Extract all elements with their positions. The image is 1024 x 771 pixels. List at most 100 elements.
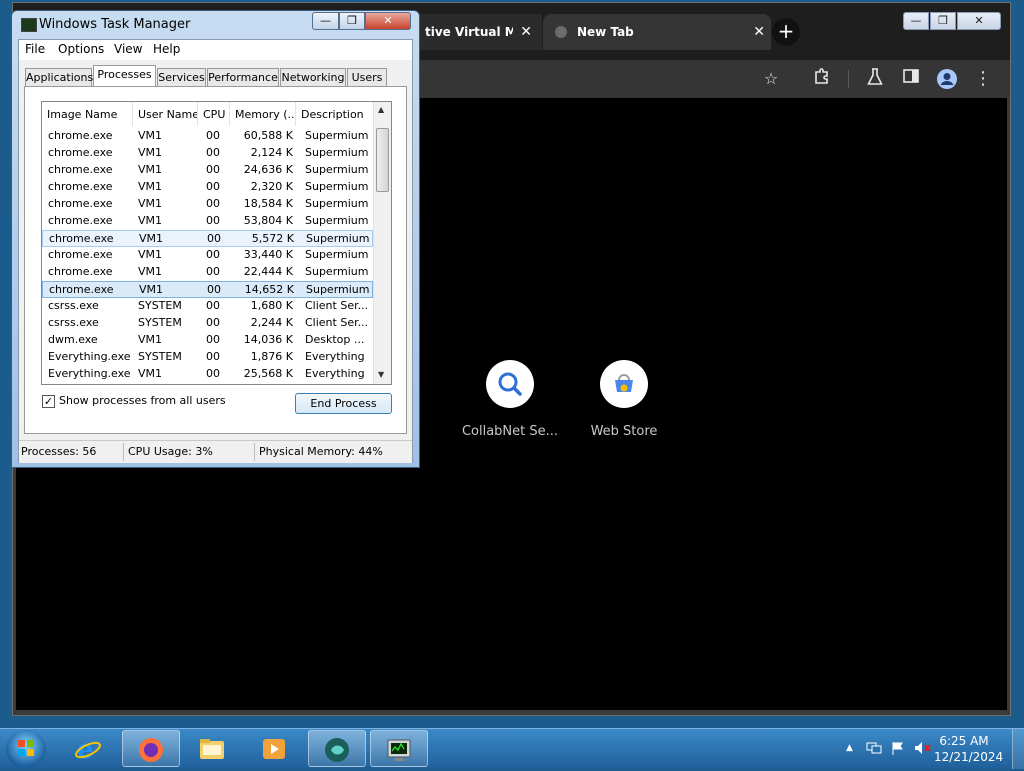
show-desktop-button[interactable] [1012, 729, 1024, 769]
cell-image: Everything.exe [48, 350, 131, 363]
cell-image: chrome.exe [48, 129, 113, 142]
status-cpu: CPU Usage: 3% [128, 445, 213, 458]
firefox-icon [137, 737, 165, 763]
table-row[interactable]: chrome.exe VM1 00 24,636 K Supermium [42, 162, 373, 179]
table-row[interactable]: Everything.exe VM1 00 25,568 K Everything [42, 366, 373, 383]
sort-ascending-icon: ˄ [82, 102, 87, 110]
column-user-name[interactable]: User Name [133, 102, 198, 126]
cell-desc: Supermium [305, 129, 369, 142]
table-row[interactable]: chrome.exe VM1 00 53,804 K Supermium [42, 213, 373, 230]
table-row[interactable]: chrome.exe VM1 00 5,572 K Supermium [42, 230, 373, 247]
column-image-name[interactable]: Image Name ˄ [42, 102, 133, 126]
table-row[interactable]: chrome.exe VM1 00 18,584 K Supermium [42, 196, 373, 213]
cell-mem: 25,568 K [243, 367, 293, 380]
cell-desc: Supermium [305, 146, 369, 159]
tab-users[interactable]: Users [347, 68, 387, 86]
table-row[interactable]: dwm.exe VM1 00 14,036 K Desktop ... [42, 332, 373, 349]
taskbar-explorer[interactable] [184, 730, 242, 767]
cell-desc: Supermium [305, 248, 369, 261]
cell-user: SYSTEM [138, 299, 182, 312]
task-manager-window[interactable]: Windows Task Manager — ❐ ✕ File Options … [11, 10, 420, 468]
remote-app-icon [323, 737, 351, 763]
taskbar-firefox[interactable] [122, 730, 180, 767]
table-row[interactable]: chrome.exe VM1 00 2,320 K Supermium [42, 179, 373, 196]
menu-help[interactable]: Help [153, 42, 180, 56]
status-memory: Physical Memory: 44% [259, 445, 383, 458]
cell-image: csrss.exe [48, 316, 99, 329]
cell-mem: 22,444 K [243, 265, 293, 278]
task-manager-icon [21, 18, 37, 32]
column-description[interactable]: Description [296, 102, 373, 126]
table-row[interactable]: chrome.exe VM1 00 14,652 K Supermium [42, 281, 373, 298]
start-button[interactable] [6, 730, 46, 768]
table-row[interactable]: chrome.exe VM1 00 2,124 K Supermium [42, 145, 373, 162]
cell-user: VM1 [138, 146, 163, 159]
scroll-down-icon[interactable]: ▼ [378, 370, 384, 379]
menu-view[interactable]: View [114, 42, 142, 56]
cell-user: SYSTEM [138, 350, 182, 363]
taskbar-task-manager[interactable] [370, 730, 428, 767]
column-cpu[interactable]: CPU [198, 102, 230, 126]
table-row[interactable]: chrome.exe VM1 00 60,588 K Supermium [42, 128, 373, 145]
cell-user: VM1 [138, 367, 163, 380]
process-list[interactable]: Image Name ˄ User Name CPU Memory (... D… [41, 101, 392, 385]
cell-image: chrome.exe [48, 197, 113, 210]
cell-desc: Supermium [306, 232, 370, 245]
cell-mem: 2,244 K [250, 316, 293, 329]
show-all-users-label: Show processes from all users [59, 394, 226, 407]
cell-user: VM1 [139, 232, 164, 245]
cell-cpu: 00 [206, 367, 220, 380]
close-button[interactable]: ✕ [365, 12, 411, 30]
network-icon[interactable] [866, 741, 882, 758]
maximize-button[interactable]: ❐ [339, 12, 365, 30]
task-manager-icon [385, 737, 413, 763]
table-row[interactable]: chrome.exe VM1 00 33,440 K Supermium [42, 247, 373, 264]
taskbar-media-player[interactable] [246, 730, 304, 767]
cell-desc: Client Ser... [305, 299, 369, 312]
show-hidden-icons-arrow[interactable]: ▲ [846, 743, 853, 753]
status-bar: Processes: 56 CPU Usage: 3% Physical Mem… [19, 440, 412, 463]
cell-mem: 14,652 K [244, 283, 294, 296]
table-row[interactable]: Everything.exe SYSTEM 00 1,876 K Everything [42, 349, 373, 366]
table-row[interactable]: csrss.exe SYSTEM 00 2,244 K Client Ser... [42, 315, 373, 332]
cell-user: VM1 [138, 163, 163, 176]
tab-applications[interactable]: Applications [25, 68, 93, 86]
cell-desc: Desktop ... [305, 333, 365, 346]
vertical-scrollbar[interactable]: ▲ ▼ [373, 102, 391, 384]
scroll-thumb[interactable] [376, 128, 389, 192]
taskbar-remote-app[interactable] [308, 730, 366, 767]
menu-bar: File Options View Help [19, 40, 412, 60]
taskbar-internet-explorer[interactable]: e [60, 730, 118, 767]
cell-desc: Supermium [305, 180, 369, 193]
minimize-button[interactable]: — [312, 12, 339, 30]
cell-image: Everything.exe [48, 367, 131, 380]
tab-networking[interactable]: Networking [280, 68, 346, 86]
tab-services[interactable]: Services [157, 68, 206, 86]
cell-cpu: 00 [206, 163, 220, 176]
cell-image: chrome.exe [48, 248, 113, 261]
cell-cpu: 00 [206, 180, 220, 193]
cell-desc: Everything [305, 367, 365, 380]
menu-options[interactable]: Options [58, 42, 104, 56]
column-memory[interactable]: Memory (... [230, 102, 296, 126]
table-row[interactable]: csrss.exe SYSTEM 00 1,680 K Client Ser... [42, 298, 373, 315]
cell-desc: Supermium [305, 214, 369, 227]
scroll-up-icon[interactable]: ▲ [378, 105, 384, 114]
show-all-users-checkbox[interactable]: ✓ [42, 395, 55, 408]
cell-cpu: 00 [206, 265, 220, 278]
taskbar: e ▲ 6:25 AM 12/21/2024 [0, 728, 1024, 769]
cell-desc: Supermium [305, 265, 369, 278]
clock[interactable]: 6:25 AM 12/21/2024 [934, 733, 1003, 765]
cell-desc: Client Ser... [305, 316, 369, 329]
menu-file[interactable]: File [25, 42, 45, 56]
action-center-flag-icon[interactable] [891, 741, 905, 758]
end-process-button[interactable]: End Process [295, 393, 392, 414]
tab-performance[interactable]: Performance [207, 68, 279, 86]
tab-processes[interactable]: Processes [93, 65, 156, 87]
cell-mem: 1,680 K [250, 299, 293, 312]
cell-mem: 33,440 K [243, 248, 293, 261]
cell-mem: 18,584 K [243, 197, 293, 210]
volume-muted-icon[interactable] [914, 741, 932, 758]
table-row[interactable]: chrome.exe VM1 00 22,444 K Supermium [42, 264, 373, 281]
cell-mem: 24,636 K [243, 163, 293, 176]
